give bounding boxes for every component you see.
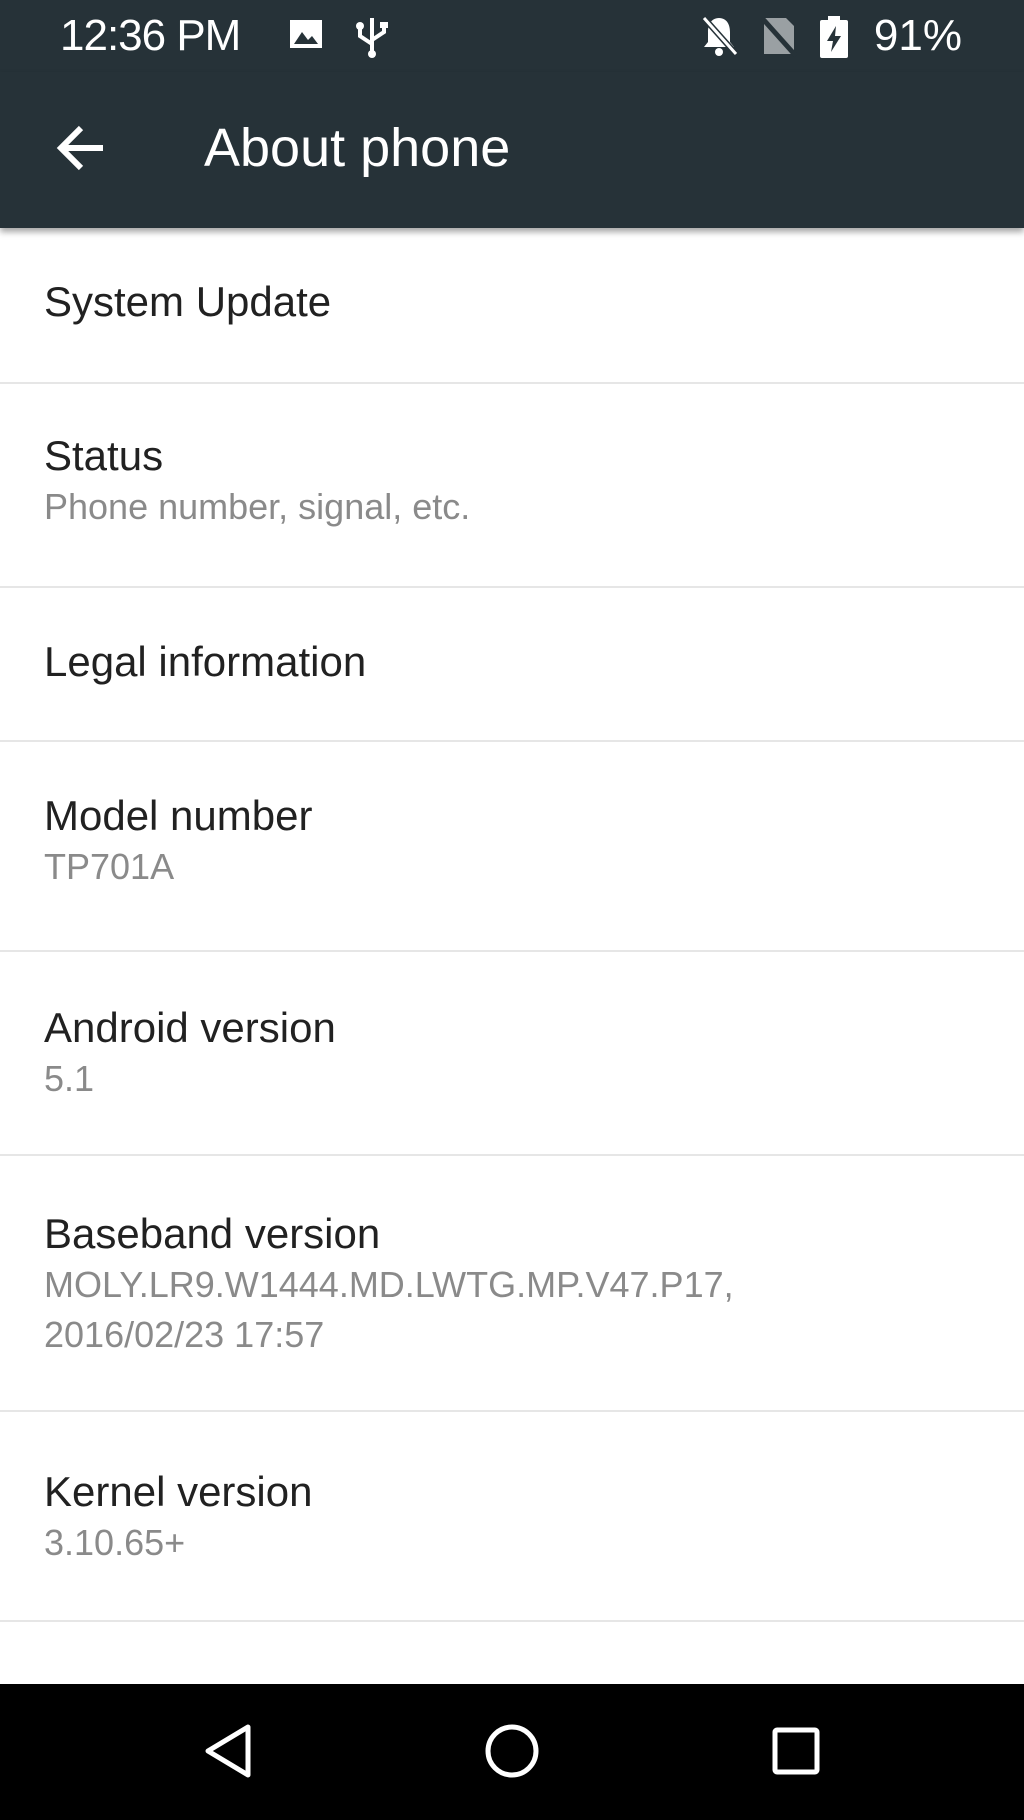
list-item-baseband-version[interactable]: Baseband version MOLY.LR9.W1444.MD.LWTG.… (0, 1156, 1024, 1412)
settings-list: System Update Status Phone number, signa… (0, 228, 1024, 1684)
list-item-android-version[interactable]: Android version 5.1 (0, 952, 1024, 1156)
list-item-model-number[interactable]: Model number TP701A (0, 742, 1024, 952)
item-title: Kernel version (44, 1468, 313, 1515)
no-sim-icon (758, 14, 798, 63)
list-item-partial[interactable] (0, 1622, 1024, 1684)
navigation-bar (0, 1684, 1024, 1820)
status-time: 12:36 PM (60, 11, 241, 60)
list-item-kernel-version[interactable]: Kernel version 3.10.65+ (0, 1412, 1024, 1622)
battery-charging-icon (818, 14, 850, 65)
item-title: System Update (44, 278, 332, 325)
item-summary-line2: 2016/02/23 17:57 (44, 1314, 325, 1355)
app-toolbar: About phone (0, 72, 1024, 228)
nav-back-button[interactable] (168, 1708, 288, 1798)
item-title: Android version (44, 1004, 336, 1051)
nav-home-button[interactable] (452, 1708, 572, 1798)
item-summary: 3.10.65+ (44, 1522, 186, 1563)
notifications-off-icon (698, 14, 740, 63)
usb-icon (352, 14, 392, 63)
list-item-system-update[interactable]: System Update (0, 228, 1024, 384)
item-title: Status (44, 432, 164, 479)
home-circle-icon (482, 1721, 542, 1786)
item-summary: TP701A (44, 846, 175, 887)
status-bar: 12:36 PM 91% (0, 0, 1024, 72)
arrow-back-icon (55, 124, 107, 177)
item-title: Model number (44, 792, 313, 839)
image-icon (286, 14, 326, 59)
back-button[interactable] (36, 114, 126, 186)
item-summary: Phone number, signal, etc. (44, 486, 471, 527)
battery-percent: 91% (873, 11, 962, 60)
list-item-legal-information[interactable]: Legal information (0, 588, 1024, 742)
item-title: Baseband version (44, 1210, 381, 1257)
item-summary: MOLY.LR9.W1444.MD.LWTG.MP.V47.P17, (44, 1264, 734, 1305)
back-triangle-icon (200, 1721, 256, 1786)
list-item-status[interactable]: Status Phone number, signal, etc. (0, 384, 1024, 588)
recents-square-icon (769, 1724, 823, 1783)
item-summary: 5.1 (44, 1058, 95, 1099)
item-title: Legal information (44, 638, 367, 685)
page-title: About phone (204, 118, 511, 178)
nav-recents-button[interactable] (736, 1708, 856, 1798)
